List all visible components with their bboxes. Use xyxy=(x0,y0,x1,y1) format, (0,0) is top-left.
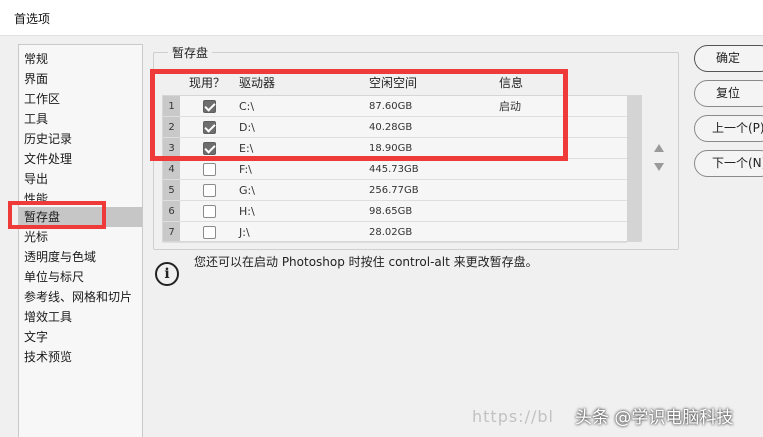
nav-item-interface[interactable]: 界面 xyxy=(19,69,142,89)
table-row[interactable]: 3 E:\ 18.90GB xyxy=(163,138,627,159)
drive-cell: D:\ xyxy=(239,121,255,134)
active-checkbox[interactable] xyxy=(203,163,216,176)
nav-item-cursors[interactable]: 光标 xyxy=(19,227,142,247)
row-number: 3 xyxy=(168,143,175,154)
row-number: 7 xyxy=(168,227,175,238)
nav-item-history[interactable]: 历史记录 xyxy=(19,129,142,149)
row-number: 6 xyxy=(168,206,175,217)
next-button[interactable]: 下一个(N) xyxy=(694,150,763,177)
table-row[interactable]: 2 D:\ 40.28GB xyxy=(163,117,627,138)
header-free-space: 空闲空间 xyxy=(369,76,418,90)
free-space-cell: 98.65GB xyxy=(369,206,413,217)
nav-item-units-rulers[interactable]: 单位与标尺 xyxy=(19,267,142,287)
free-space-cell: 256.77GB xyxy=(369,185,419,196)
active-checkbox[interactable] xyxy=(203,100,216,113)
nav-item-export[interactable]: 导出 xyxy=(19,169,142,189)
nav-item-file-handling[interactable]: 文件处理 xyxy=(19,149,142,169)
active-checkbox[interactable] xyxy=(203,184,216,197)
header-active: 现用？ xyxy=(189,76,226,90)
active-checkbox[interactable] xyxy=(203,226,216,239)
prev-button[interactable]: 上一个(P) xyxy=(694,115,763,142)
scratch-disk-table: 1 C:\ 87.60GB 启动 2 D:\ 40.28GB 3 E:\ 18.… xyxy=(162,95,642,243)
drive-cell: C:\ xyxy=(239,100,255,113)
drive-cell: H:\ xyxy=(239,205,255,218)
nav-item-type[interactable]: 文字 xyxy=(19,327,142,347)
free-space-cell: 87.60GB xyxy=(369,101,413,112)
nav-item-scratch-disks[interactable]: 暂存盘 xyxy=(19,207,142,227)
nav-item-plugins[interactable]: 增效工具 xyxy=(19,307,142,327)
info-cell: 启动 xyxy=(499,100,521,113)
active-checkbox[interactable] xyxy=(203,142,216,155)
drive-cell: F:\ xyxy=(239,163,252,176)
free-space-cell: 28.02GB xyxy=(369,227,413,238)
table-row[interactable]: 5 G:\ 256.77GB xyxy=(163,180,627,201)
preferences-nav: 常规 界面 工作区 工具 历史记录 文件处理 导出 性能 暂存盘 光标 透明度与… xyxy=(18,44,143,437)
nav-item-transparency[interactable]: 透明度与色域 xyxy=(19,247,142,267)
free-space-cell: 445.73GB xyxy=(369,164,419,175)
table-row[interactable]: 1 C:\ 87.60GB 启动 xyxy=(163,96,627,117)
table-row[interactable]: 6 H:\ 98.65GB xyxy=(163,201,627,222)
header-info: 信息 xyxy=(499,76,524,90)
active-checkbox[interactable] xyxy=(203,205,216,218)
ok-button[interactable]: 确定 xyxy=(694,45,763,72)
free-space-cell: 18.90GB xyxy=(369,143,413,154)
table-scrollbar[interactable] xyxy=(627,96,641,241)
active-checkbox[interactable] xyxy=(203,121,216,134)
nav-item-tools[interactable]: 工具 xyxy=(19,109,142,129)
row-number: 4 xyxy=(168,164,175,175)
header-drive: 驱动器 xyxy=(239,76,276,90)
info-icon: i xyxy=(155,262,179,286)
row-number: 1 xyxy=(168,101,175,112)
watermark-url: https://bl xyxy=(472,407,554,426)
drive-cell: E:\ xyxy=(239,142,254,155)
nav-item-general[interactable]: 常规 xyxy=(19,49,142,69)
nav-item-guides-grid[interactable]: 参考线、网格和切片 xyxy=(19,287,142,307)
window-title: 首选项 xyxy=(14,12,51,26)
row-number: 5 xyxy=(168,185,175,196)
table-row[interactable]: 4 F:\ 445.73GB xyxy=(163,159,627,180)
drive-cell: G:\ xyxy=(239,184,255,197)
scratch-disks-legend: 暂存盘 xyxy=(168,44,213,61)
free-space-cell: 40.28GB xyxy=(369,122,413,133)
nav-item-workspace[interactable]: 工作区 xyxy=(19,89,142,109)
table-row[interactable]: 7 J:\ 28.02GB xyxy=(163,222,627,243)
reset-button[interactable]: 复位 xyxy=(694,80,763,107)
move-up-arrow-icon[interactable] xyxy=(654,144,664,152)
nav-item-tech-preview[interactable]: 技术预览 xyxy=(19,347,142,367)
title-bar: 首选项 xyxy=(0,0,763,36)
drive-cell: J:\ xyxy=(239,226,250,239)
scratch-tip-text: 您还可以在启动 Photoshop 时按住 control-alt 来更改暂存盘… xyxy=(194,255,538,269)
row-number: 2 xyxy=(168,122,175,133)
nav-item-performance[interactable]: 性能 xyxy=(19,189,142,209)
watermark-text: 头条 @学识电脑科技 xyxy=(575,408,734,428)
move-down-arrow-icon[interactable] xyxy=(654,163,664,171)
